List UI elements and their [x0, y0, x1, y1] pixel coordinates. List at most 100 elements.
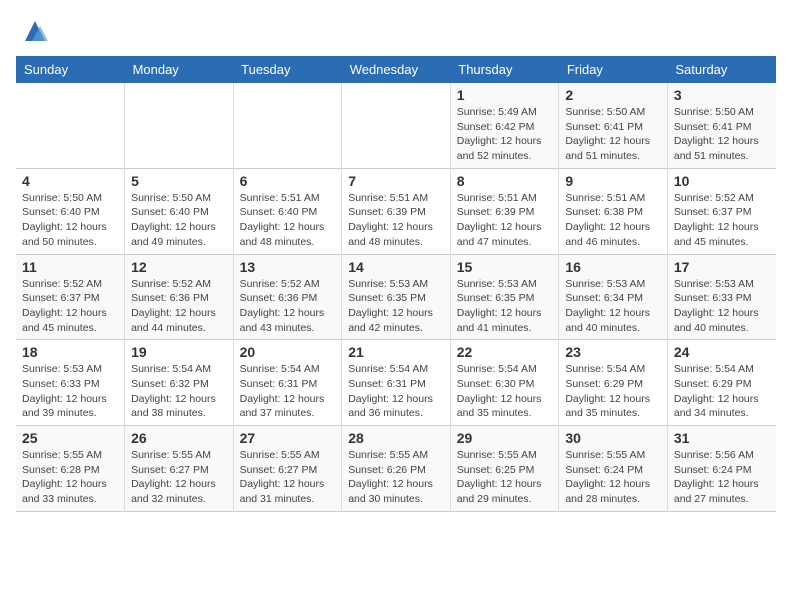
day-info: Sunrise: 5:52 AM Sunset: 6:37 PM Dayligh… — [22, 277, 118, 336]
calendar-body: 1Sunrise: 5:49 AM Sunset: 6:42 PM Daylig… — [16, 83, 776, 511]
day-info: Sunrise: 5:53 AM Sunset: 6:34 PM Dayligh… — [565, 277, 661, 336]
calendar-cell: 31Sunrise: 5:56 AM Sunset: 6:24 PM Dayli… — [667, 426, 776, 512]
day-info: Sunrise: 5:50 AM Sunset: 6:40 PM Dayligh… — [131, 191, 227, 250]
calendar-table: SundayMondayTuesdayWednesdayThursdayFrid… — [16, 56, 776, 512]
day-number: 30 — [565, 430, 661, 446]
day-info: Sunrise: 5:51 AM Sunset: 6:40 PM Dayligh… — [240, 191, 336, 250]
page-header — [16, 16, 776, 46]
calendar-cell: 2 Sunrise: 5:50 AM Sunset: 6:41 PM Daylig… — [559, 83, 668, 168]
day-info: Sunrise: 5:53 AM Sunset: 6:35 PM Dayligh… — [348, 277, 444, 336]
day-number: 29 — [457, 430, 553, 446]
day-number: 28 — [348, 430, 444, 446]
logo-icon — [20, 16, 50, 46]
calendar-cell: 10 Sunrise: 5:52 AM Sunset: 6:37 PM Dayli… — [667, 168, 776, 254]
day-info: Sunrise: 5:54 AM Sunset: 6:31 PM Dayligh… — [348, 362, 444, 421]
weekday-header-thursday: Thursday — [450, 56, 559, 83]
weekday-header-sunday: Sunday — [16, 56, 125, 83]
day-info: Sunrise: 5:53 AM Sunset: 6:33 PM Dayligh… — [22, 362, 118, 421]
calendar-cell: 11 Sunrise: 5:52 AM Sunset: 6:37 PM Dayli… — [16, 254, 125, 340]
calendar-cell: 19Sunrise: 5:54 AM Sunset: 6:32 PM Dayli… — [125, 340, 234, 426]
day-info: Sunrise: 5:53 AM Sunset: 6:35 PM Dayligh… — [457, 277, 553, 336]
calendar-cell: 1Sunrise: 5:49 AM Sunset: 6:42 PM Daylig… — [450, 83, 559, 168]
calendar-cell: 20 Sunrise: 5:54 AM Sunset: 6:31 PM Dayli… — [233, 340, 342, 426]
day-number: 20 — [240, 344, 336, 360]
day-info: Sunrise: 5:51 AM Sunset: 6:38 PM Dayligh… — [565, 191, 661, 250]
day-info: Sunrise: 5:54 AM Sunset: 6:31 PM Dayligh… — [240, 362, 336, 421]
day-number: 11 — [22, 259, 118, 275]
calendar-cell: 27 Sunrise: 5:55 AM Sunset: 6:27 PM Dayli… — [233, 426, 342, 512]
day-info: Sunrise: 5:51 AM Sunset: 6:39 PM Dayligh… — [457, 191, 553, 250]
day-info: Sunrise: 5:55 AM Sunset: 6:26 PM Dayligh… — [348, 448, 444, 507]
day-number: 18 — [22, 344, 118, 360]
day-number: 5 — [131, 173, 227, 189]
day-number: 17 — [674, 259, 770, 275]
day-number: 26 — [131, 430, 227, 446]
logo — [16, 16, 50, 46]
calendar-cell — [125, 83, 234, 168]
calendar-week-row: 11 Sunrise: 5:52 AM Sunset: 6:37 PM Dayli… — [16, 254, 776, 340]
day-number: 4 — [22, 173, 118, 189]
calendar-cell — [16, 83, 125, 168]
day-number: 10 — [674, 173, 770, 189]
day-info: Sunrise: 5:54 AM Sunset: 6:29 PM Dayligh… — [565, 362, 661, 421]
calendar-cell: 13 Sunrise: 5:52 AM Sunset: 6:36 PM Dayli… — [233, 254, 342, 340]
calendar-cell: 30 Sunrise: 5:55 AM Sunset: 6:24 PM Dayli… — [559, 426, 668, 512]
calendar-week-row: 4 Sunrise: 5:50 AM Sunset: 6:40 PM Daylig… — [16, 168, 776, 254]
day-info: Sunrise: 5:54 AM Sunset: 6:32 PM Dayligh… — [131, 362, 227, 421]
calendar-week-row: 18 Sunrise: 5:53 AM Sunset: 6:33 PM Dayli… — [16, 340, 776, 426]
day-info: Sunrise: 5:55 AM Sunset: 6:27 PM Dayligh… — [240, 448, 336, 507]
day-info: Sunrise: 5:55 AM Sunset: 6:27 PM Dayligh… — [131, 448, 227, 507]
day-info: Sunrise: 5:53 AM Sunset: 6:33 PM Dayligh… — [674, 277, 770, 336]
day-info: Sunrise: 5:55 AM Sunset: 6:24 PM Dayligh… — [565, 448, 661, 507]
day-number: 15 — [457, 259, 553, 275]
calendar-cell: 29 Sunrise: 5:55 AM Sunset: 6:25 PM Dayli… — [450, 426, 559, 512]
calendar-cell: 24Sunrise: 5:54 AM Sunset: 6:29 PM Dayli… — [667, 340, 776, 426]
day-number: 23 — [565, 344, 661, 360]
day-number: 25 — [22, 430, 118, 446]
weekday-header-wednesday: Wednesday — [342, 56, 451, 83]
calendar-cell: 17 Sunrise: 5:53 AM Sunset: 6:33 PM Dayli… — [667, 254, 776, 340]
day-info: Sunrise: 5:50 AM Sunset: 6:41 PM Dayligh… — [565, 105, 661, 164]
day-number: 3 — [674, 87, 770, 103]
calendar-cell: 7 Sunrise: 5:51 AM Sunset: 6:39 PM Daylig… — [342, 168, 451, 254]
day-number: 21 — [348, 344, 444, 360]
calendar-cell: 21 Sunrise: 5:54 AM Sunset: 6:31 PM Dayli… — [342, 340, 451, 426]
calendar-header: SundayMondayTuesdayWednesdayThursdayFrid… — [16, 56, 776, 83]
day-info: Sunrise: 5:54 AM Sunset: 6:30 PM Dayligh… — [457, 362, 553, 421]
calendar-cell: 23 Sunrise: 5:54 AM Sunset: 6:29 PM Dayli… — [559, 340, 668, 426]
calendar-cell: 26 Sunrise: 5:55 AM Sunset: 6:27 PM Dayli… — [125, 426, 234, 512]
calendar-week-row: 1Sunrise: 5:49 AM Sunset: 6:42 PM Daylig… — [16, 83, 776, 168]
weekday-header-row: SundayMondayTuesdayWednesdayThursdayFrid… — [16, 56, 776, 83]
day-number: 6 — [240, 173, 336, 189]
day-number: 27 — [240, 430, 336, 446]
day-number: 7 — [348, 173, 444, 189]
day-number: 1 — [457, 87, 553, 103]
day-number: 31 — [674, 430, 770, 446]
weekday-header-monday: Monday — [125, 56, 234, 83]
day-info: Sunrise: 5:52 AM Sunset: 6:36 PM Dayligh… — [131, 277, 227, 336]
day-info: Sunrise: 5:50 AM Sunset: 6:40 PM Dayligh… — [22, 191, 118, 250]
calendar-week-row: 25Sunrise: 5:55 AM Sunset: 6:28 PM Dayli… — [16, 426, 776, 512]
day-number: 2 — [565, 87, 661, 103]
calendar-cell: 22Sunrise: 5:54 AM Sunset: 6:30 PM Dayli… — [450, 340, 559, 426]
calendar-cell: 12 Sunrise: 5:52 AM Sunset: 6:36 PM Dayli… — [125, 254, 234, 340]
weekday-header-friday: Friday — [559, 56, 668, 83]
day-number: 12 — [131, 259, 227, 275]
weekday-header-tuesday: Tuesday — [233, 56, 342, 83]
calendar-cell — [342, 83, 451, 168]
calendar-cell: 9Sunrise: 5:51 AM Sunset: 6:38 PM Daylig… — [559, 168, 668, 254]
day-info: Sunrise: 5:52 AM Sunset: 6:36 PM Dayligh… — [240, 277, 336, 336]
calendar-cell: 6 Sunrise: 5:51 AM Sunset: 6:40 PM Daylig… — [233, 168, 342, 254]
day-info: Sunrise: 5:52 AM Sunset: 6:37 PM Dayligh… — [674, 191, 770, 250]
calendar-cell: 8Sunrise: 5:51 AM Sunset: 6:39 PM Daylig… — [450, 168, 559, 254]
calendar-cell: 16Sunrise: 5:53 AM Sunset: 6:34 PM Dayli… — [559, 254, 668, 340]
day-info: Sunrise: 5:51 AM Sunset: 6:39 PM Dayligh… — [348, 191, 444, 250]
day-number: 13 — [240, 259, 336, 275]
weekday-header-saturday: Saturday — [667, 56, 776, 83]
day-info: Sunrise: 5:50 AM Sunset: 6:41 PM Dayligh… — [674, 105, 770, 164]
calendar-cell: 4 Sunrise: 5:50 AM Sunset: 6:40 PM Daylig… — [16, 168, 125, 254]
calendar-cell — [233, 83, 342, 168]
day-number: 24 — [674, 344, 770, 360]
calendar-cell: 25Sunrise: 5:55 AM Sunset: 6:28 PM Dayli… — [16, 426, 125, 512]
day-info: Sunrise: 5:55 AM Sunset: 6:25 PM Dayligh… — [457, 448, 553, 507]
